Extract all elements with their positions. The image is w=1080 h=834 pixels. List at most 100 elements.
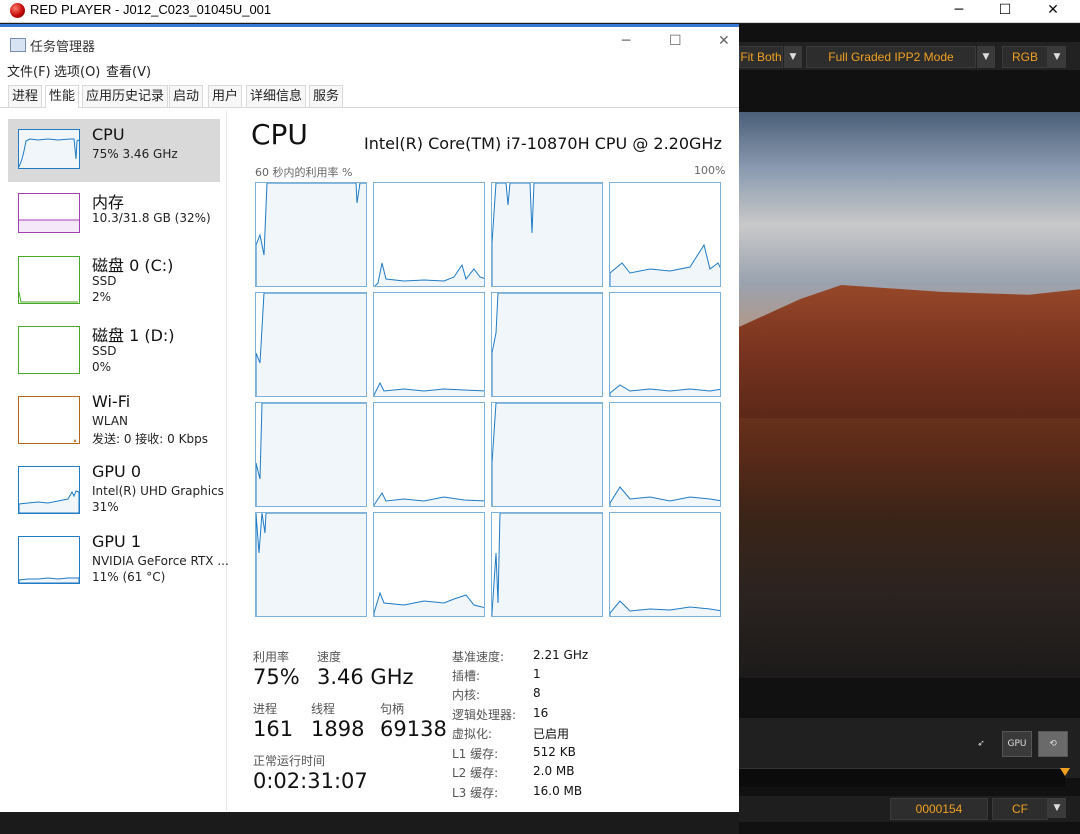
- speed-value: 3.46 GHz: [317, 665, 414, 689]
- l1-cache-label: L1 缓存:: [452, 747, 499, 761]
- red-player-title: RED PLAYER - J012_C023_01045U_001: [30, 2, 272, 17]
- l1-cache-value: 512 KB: [533, 745, 576, 759]
- cf-dropdown-arrow-icon[interactable]: ▼: [1048, 798, 1066, 818]
- sidebar-item-label: CPU: [92, 125, 125, 144]
- lp-graph-3: [491, 182, 603, 287]
- lp-graph-12: [609, 402, 721, 507]
- tm-close-button[interactable]: ✕: [718, 33, 730, 49]
- tab-app-history[interactable]: 应用历史记录: [82, 85, 169, 107]
- channel-dropdown-arrow-icon[interactable]: ▼: [1048, 46, 1066, 68]
- channel-dropdown[interactable]: RGB: [1002, 46, 1048, 68]
- util-label: 利用率: [253, 650, 290, 664]
- l3-cache-value: 16.0 MB: [533, 784, 583, 798]
- sidebar-item-label: 内存: [92, 193, 125, 212]
- sidebar-item-detail2: 0%: [92, 360, 112, 374]
- sidebar-item-detail2: 31%: [92, 500, 119, 514]
- threads-label: 线程: [311, 702, 336, 716]
- virtualization-value: 已启用: [533, 727, 570, 741]
- logical-processors-value: 16: [533, 706, 549, 720]
- fit-dropdown-arrow-icon[interactable]: ▼: [784, 46, 802, 68]
- menu-file[interactable]: 文件(F): [7, 61, 51, 80]
- handles-label: 句柄: [380, 702, 405, 716]
- fit-dropdown[interactable]: Fit Both: [739, 46, 783, 68]
- threads-value: 1898: [311, 717, 365, 741]
- cpu-thumbnail-graph: [18, 129, 80, 169]
- tm-maximize-button[interactable]: ☐: [669, 33, 682, 49]
- logical-processor-graph-grid: [255, 182, 723, 620]
- red-player-titlebar: RED PLAYER - J012_C023_01045U_001 ─ ☐ ✕: [0, 0, 1080, 23]
- uptime-value: 0:02:31:07: [253, 769, 368, 793]
- sidebar-item-gpu1[interactable]: GPU 1 NVIDIA GeForce RTX ... 11% (61 °C): [8, 526, 229, 589]
- tab-processes[interactable]: 进程: [8, 85, 43, 107]
- mode-dropdown-arrow-icon[interactable]: ▼: [977, 46, 995, 68]
- minimize-button[interactable]: ─: [936, 0, 982, 22]
- cores-label: 内核:: [452, 688, 481, 702]
- task-manager-app-icon: [10, 38, 26, 52]
- sidebar-item-detail: SSD: [92, 344, 117, 358]
- resource-sidebar: CPU 75% 3.46 GHz 内存 10.3/31.8 GB (32%) 磁…: [0, 111, 229, 811]
- window-title: 任务管理器: [30, 40, 96, 55]
- tab-services[interactable]: 服务: [309, 85, 344, 107]
- maximize-button[interactable]: ☐: [982, 0, 1028, 22]
- sidebar-item-label: 磁盘 0 (C:): [92, 256, 174, 275]
- lp-graph-13: [255, 512, 367, 617]
- tm-minimize-button[interactable]: ─: [622, 33, 630, 49]
- sidebar-item-detail: Intel(R) UHD Graphics: [92, 484, 224, 498]
- loop-icon[interactable]: ⟲: [1038, 731, 1068, 757]
- cores-value: 8: [533, 686, 541, 700]
- menu-view[interactable]: 查看(V): [106, 61, 151, 80]
- sidebar-item-detail: 10.3/31.8 GB (32%): [92, 211, 211, 225]
- menu-options[interactable]: 选项(O): [54, 61, 100, 80]
- mode-dropdown[interactable]: Full Graded IPP2 Mode: [806, 46, 976, 68]
- sidebar-item-detail: 75% 3.46 GHz: [92, 147, 178, 161]
- base-speed-label: 基准速度:: [452, 650, 505, 664]
- sidebar-item-disk0[interactable]: 磁盘 0 (C:) SSD 2%: [8, 246, 220, 309]
- timecode-field[interactable]: 0000154: [890, 798, 988, 820]
- l2-cache-label: L2 缓存:: [452, 766, 499, 780]
- sidebar-item-gpu0[interactable]: GPU 0 Intel(R) UHD Graphics 31%: [8, 456, 224, 519]
- lp-graph-5: [255, 292, 367, 397]
- menu-bar: 文件(F) 选项(O) 查看(V): [0, 59, 739, 80]
- sidebar-item-detail2: 发送: 0 接收: 0 Kbps: [92, 432, 208, 446]
- tab-performance[interactable]: 性能: [45, 85, 80, 108]
- lp-graph-10: [373, 402, 485, 507]
- red-player-logo-icon: [10, 3, 25, 18]
- sidebar-item-wifi[interactable]: Wi-Fi WLAN 发送: 0 接收: 0 Kbps: [8, 386, 220, 449]
- lp-graph-16: [609, 512, 721, 617]
- sidebar-item-cpu[interactable]: CPU 75% 3.46 GHz: [8, 119, 220, 182]
- sidebar-item-label: 磁盘 1 (D:): [92, 326, 175, 345]
- graph-caption: 60 秒内的利用率 %: [255, 166, 353, 179]
- l2-cache-value: 2.0 MB: [533, 764, 575, 778]
- gpu0-thumbnail-graph: [18, 466, 80, 514]
- sidebar-item-detail: WLAN: [92, 414, 129, 428]
- disk0-thumbnail-graph: [18, 256, 80, 304]
- tab-startup[interactable]: 启动: [169, 85, 204, 107]
- lp-graph-7: [491, 292, 603, 397]
- lp-graph-6: [373, 292, 485, 397]
- sockets-value: 1: [533, 667, 541, 681]
- lp-graph-15: [491, 512, 603, 617]
- sidebar-item-detail: NVIDIA GeForce RTX ...: [92, 554, 229, 568]
- sidebar-item-label: Wi-Fi: [92, 392, 131, 411]
- timeline-scrubber[interactable]: [739, 768, 1065, 787]
- virtualization-label: 虚拟化:: [452, 727, 493, 741]
- tab-users[interactable]: 用户: [208, 85, 243, 107]
- sidebar-item-detail2: 11% (61 °C): [92, 570, 166, 584]
- sidebar-item-detail2: 2%: [92, 290, 112, 304]
- tab-strip: 进程 性能 应用历史记录 启动 用户 详细信息 服务: [0, 83, 739, 108]
- lp-graph-4: [609, 182, 721, 287]
- util-value: 75%: [253, 665, 300, 689]
- disk1-thumbnail-graph: [18, 326, 80, 374]
- cf-dropdown[interactable]: CF: [992, 798, 1048, 820]
- sidebar-item-disk1[interactable]: 磁盘 1 (D:) SSD 0%: [8, 316, 220, 379]
- rocket-icon[interactable]: ➶: [966, 731, 996, 757]
- processes-value: 161: [253, 717, 294, 741]
- tab-details[interactable]: 详细信息: [246, 85, 307, 107]
- lp-graph-8: [609, 292, 721, 397]
- memory-thumbnail-graph: [18, 193, 80, 233]
- gpu-badge[interactable]: GPU: [1002, 731, 1032, 757]
- sidebar-item-memory[interactable]: 内存 10.3/31.8 GB (32%): [8, 183, 220, 246]
- playhead-marker-icon[interactable]: [1060, 768, 1070, 776]
- lp-graph-9: [255, 402, 367, 507]
- close-button[interactable]: ✕: [1030, 0, 1076, 22]
